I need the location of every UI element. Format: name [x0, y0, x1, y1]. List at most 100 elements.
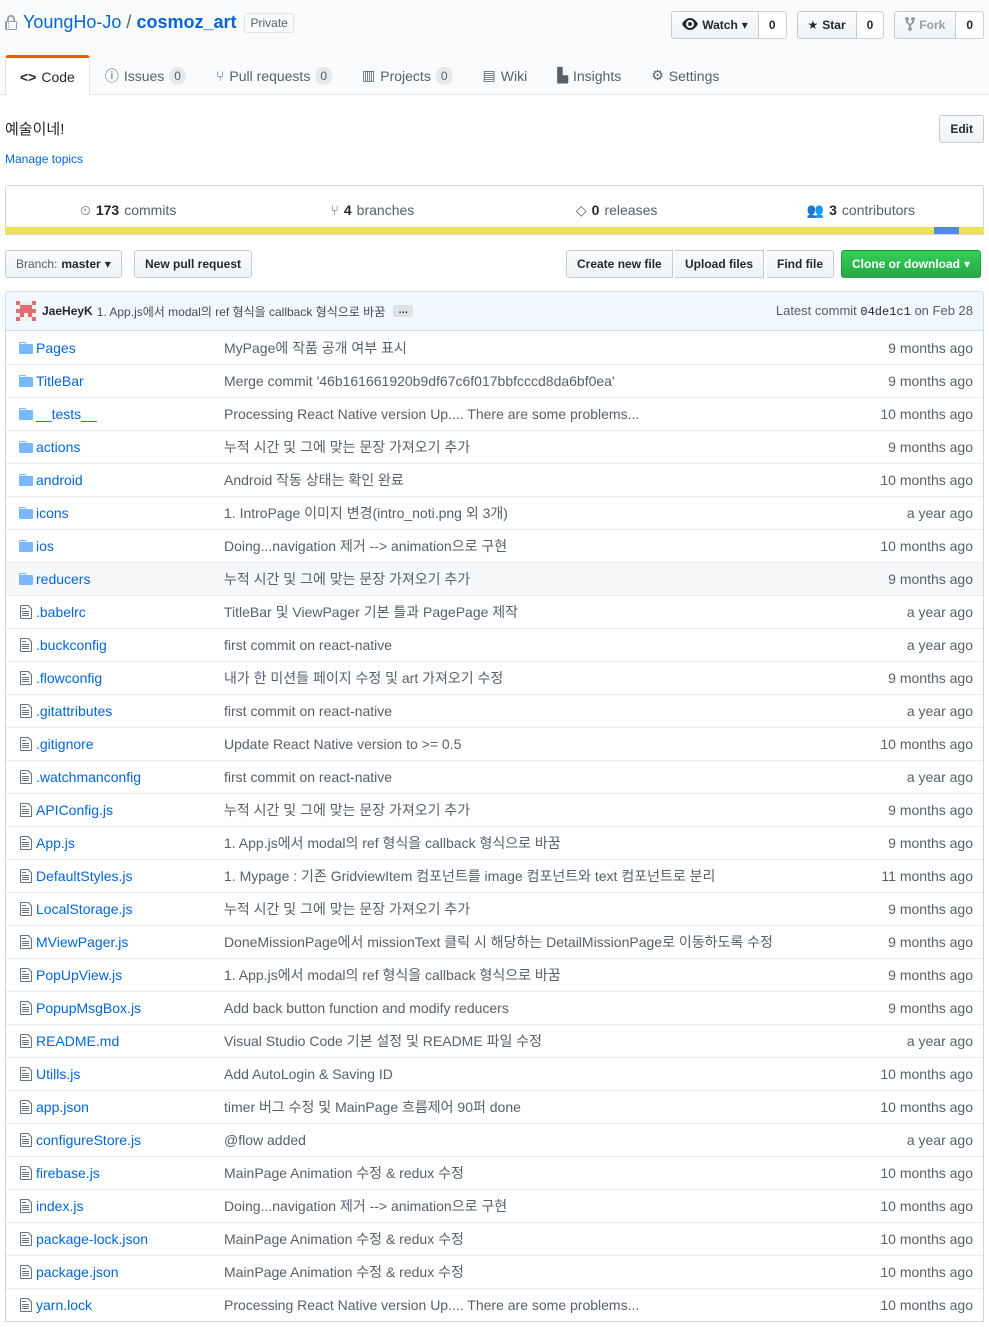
file-name-link[interactable]: App.js	[36, 835, 224, 851]
file-row[interactable]: yarn.lock Processing React Native version…	[6, 1288, 983, 1321]
file-row[interactable]: LocalStorage.js 누적 시간 및 그에 맞는 문장 가져오기 추가 9…	[6, 892, 983, 925]
commit-message-link[interactable]: 누적 시간 및 그에 맞는 문장 가져오기 추가	[224, 569, 833, 589]
commit-message-link[interactable]: Doing...navigation 제거 --> animation으로 구현	[224, 1196, 833, 1216]
file-row[interactable]: package-lock.json MainPage Animation 수정 &…	[6, 1222, 983, 1255]
commit-message-link[interactable]: MyPage에 작품 공개 여부 표시	[224, 338, 833, 358]
commit-message-link[interactable]: Doing...navigation 제거 --> animation으로 구현	[224, 536, 833, 556]
tab-projects[interactable]: ▥ Projects 0	[347, 55, 468, 95]
file-row[interactable]: README.md Visual Studio Code 기본 설정 및 READ…	[6, 1024, 983, 1057]
watch-count[interactable]: 0	[758, 11, 787, 39]
file-row[interactable]: App.js 1. App.js에서 modal의 ref 형식을 callbac…	[6, 826, 983, 859]
manage-topics-link[interactable]: Manage topics	[5, 152, 83, 166]
commit-message-link[interactable]: Add AutoLogin & Saving ID	[224, 1066, 833, 1082]
new-pull-request-button[interactable]: New pull request	[134, 250, 253, 278]
repo-owner-link[interactable]: YoungHo-Jo	[23, 12, 121, 33]
file-row[interactable]: Utills.js Add AutoLogin & Saving ID 10 mon…	[6, 1057, 983, 1090]
tab-issues[interactable]: ⓘ Issues 0	[90, 55, 201, 95]
file-row[interactable]: .gitattributes first commit on react-nati…	[6, 694, 983, 727]
file-row[interactable]: package.json MainPage Animation 수정 & redu…	[6, 1255, 983, 1288]
file-name-link[interactable]: .buckconfig	[36, 637, 224, 653]
commit-message-link[interactable]: timer 버그 수정 및 MainPage 흐름제어 90퍼 done	[224, 1097, 833, 1117]
file-name-link[interactable]: .babelrc	[36, 604, 224, 620]
upload-files-button[interactable]: Upload files	[675, 250, 765, 278]
file-row[interactable]: .watchmanconfig first commit on react-nat…	[6, 760, 983, 793]
commit-message-link[interactable]: Processing React Native version Up.... T…	[224, 406, 833, 422]
commit-message-link[interactable]: 1. App.js에서 modal의 ref 형식을 callback 형식으로…	[224, 833, 833, 853]
file-name-link[interactable]: actions	[36, 439, 224, 455]
file-row[interactable]: app.json timer 버그 수정 및 MainPage 흐름제어 90퍼 …	[6, 1090, 983, 1123]
file-row[interactable]: .gitignore Update React Native version to…	[6, 727, 983, 760]
file-row[interactable]: APIConfig.js 누적 시간 및 그에 맞는 문장 가져오기 추가 9 mo…	[6, 793, 983, 826]
commit-message-link[interactable]: 누적 시간 및 그에 맞는 문장 가져오기 추가	[224, 800, 833, 820]
file-row[interactable]: .buckconfig first commit on react-native a…	[6, 628, 983, 661]
commit-message-link[interactable]: 내가 한 미션들 페이지 수정 및 art 가져오기 수정	[224, 668, 833, 688]
file-row[interactable]: index.js Doing...navigation 제거 --> animat…	[6, 1189, 983, 1222]
file-name-link[interactable]: .gitattributes	[36, 703, 224, 719]
file-name-link[interactable]: LocalStorage.js	[36, 901, 224, 917]
commit-message-link[interactable]: MainPage Animation 수정 & redux 수정	[224, 1163, 833, 1183]
commit-message-link[interactable]: MainPage Animation 수정 & redux 수정	[224, 1229, 833, 1249]
file-row[interactable]: .flowconfig 내가 한 미션들 페이지 수정 및 art 가져오기 수정…	[6, 661, 983, 694]
avatar[interactable]	[16, 301, 36, 321]
file-name-link[interactable]: __tests__	[36, 406, 224, 422]
edit-description-button[interactable]: Edit	[939, 115, 984, 143]
file-row[interactable]: MViewPager.js DoneMissionPage에서 missionTe…	[6, 925, 983, 958]
file-name-link[interactable]: PopupMsgBox.js	[36, 1000, 224, 1016]
commit-message-link[interactable]: TitleBar 및 ViewPager 기본 틀과 PagePage 제작	[224, 602, 833, 622]
file-row[interactable]: .babelrc TitleBar 및 ViewPager 기본 틀과 PageP…	[6, 595, 983, 628]
commit-author[interactable]: JaeHeyK	[42, 304, 93, 318]
file-name-link[interactable]: TitleBar	[36, 373, 224, 389]
repo-name-link[interactable]: cosmoz_art	[136, 12, 236, 33]
clone-or-download-button[interactable]: Clone or download ▾	[841, 250, 982, 278]
file-name-link[interactable]: reducers	[36, 571, 224, 587]
expand-commit-button[interactable]: …	[393, 305, 414, 317]
file-name-link[interactable]: .watchmanconfig	[36, 769, 224, 785]
tab-wiki[interactable]: ▤ Wiki	[468, 55, 543, 95]
commit-message-link[interactable]: Android 작동 상태는 확인 완료	[224, 470, 833, 490]
file-name-link[interactable]: MViewPager.js	[36, 934, 224, 950]
branch-select-button[interactable]: Branch: master ▾	[5, 250, 122, 278]
commit-sha[interactable]: 04de1c1	[860, 305, 910, 319]
commit-message-link[interactable]: first commit on react-native	[224, 769, 833, 785]
file-name-link[interactable]: .flowconfig	[36, 670, 224, 686]
fork-button[interactable]: Fork	[894, 11, 957, 39]
commit-message-link[interactable]: DoneMissionPage에서 missionText 클릭 시 해당하는 …	[224, 932, 833, 952]
watch-button[interactable]: Watch ▾	[671, 11, 759, 39]
file-name-link[interactable]: package.json	[36, 1264, 224, 1280]
file-row[interactable]: PopUpView.js 1. App.js에서 modal의 ref 형식을 c…	[6, 958, 983, 991]
file-name-link[interactable]: package-lock.json	[36, 1231, 224, 1247]
file-name-link[interactable]: README.md	[36, 1033, 224, 1049]
commit-message-link[interactable]: 1. IntroPage 이미지 변경(intro_noti.png 외 3개)	[224, 503, 833, 523]
commit-message-link[interactable]: MainPage Animation 수정 & redux 수정	[224, 1262, 833, 1282]
file-name-link[interactable]: ios	[36, 538, 224, 554]
file-name-link[interactable]: icons	[36, 505, 224, 521]
file-name-link[interactable]: PopUpView.js	[36, 967, 224, 983]
commit-message-link[interactable]: 1. Mypage : 기존 GridviewItem 컴포넌트를 image …	[224, 866, 833, 886]
file-row[interactable]: actions 누적 시간 및 그에 맞는 문장 가져오기 추가 9 months …	[6, 430, 983, 463]
commit-message-link[interactable]: 1. App.js에서 modal의 ref 형식을 callback 형식으로…	[224, 965, 833, 985]
commit-message-link[interactable]: 누적 시간 및 그에 맞는 문장 가져오기 추가	[224, 899, 833, 919]
commit-message[interactable]: 1. App.js에서 modal의 ref 형식을 callback 형식으로…	[97, 303, 386, 320]
star-count[interactable]: 0	[856, 11, 885, 39]
commit-message-link[interactable]: Merge commit '46b161661920b9df67c6f017bb…	[224, 373, 833, 389]
commit-message-link[interactable]: Visual Studio Code 기본 설정 및 README 파일 수정	[224, 1031, 833, 1051]
file-row[interactable]: ios Doing...navigation 제거 --> animation으로…	[6, 529, 983, 562]
star-button[interactable]: ★ Star	[796, 11, 857, 39]
file-name-link[interactable]: yarn.lock	[36, 1297, 224, 1313]
file-row[interactable]: icons 1. IntroPage 이미지 변경(intro_noti.png …	[6, 496, 983, 529]
file-name-link[interactable]: DefaultStyles.js	[36, 868, 224, 884]
file-name-link[interactable]: firebase.js	[36, 1165, 224, 1181]
file-row[interactable]: __tests__ Processing React Native version…	[6, 397, 983, 430]
commit-message-link[interactable]: Processing React Native version Up.... T…	[224, 1297, 833, 1313]
language-bar[interactable]	[5, 227, 984, 234]
file-row[interactable]: configureStore.js @flow added a year ago	[6, 1123, 983, 1156]
tab-pull-requests[interactable]: ⑂ Pull requests 0	[201, 55, 347, 95]
file-row[interactable]: PopupMsgBox.js Add back button function a…	[6, 991, 983, 1024]
commit-message-link[interactable]: Add back button function and modify redu…	[224, 1000, 833, 1016]
commit-message-link[interactable]: first commit on react-native	[224, 703, 833, 719]
tab-insights[interactable]: ▙ Insights	[542, 55, 636, 95]
file-name-link[interactable]: APIConfig.js	[36, 802, 224, 818]
file-name-link[interactable]: Utills.js	[36, 1066, 224, 1082]
file-row[interactable]: android Android 작동 상태는 확인 완료 10 months ago	[6, 463, 983, 496]
file-name-link[interactable]: .gitignore	[36, 736, 224, 752]
